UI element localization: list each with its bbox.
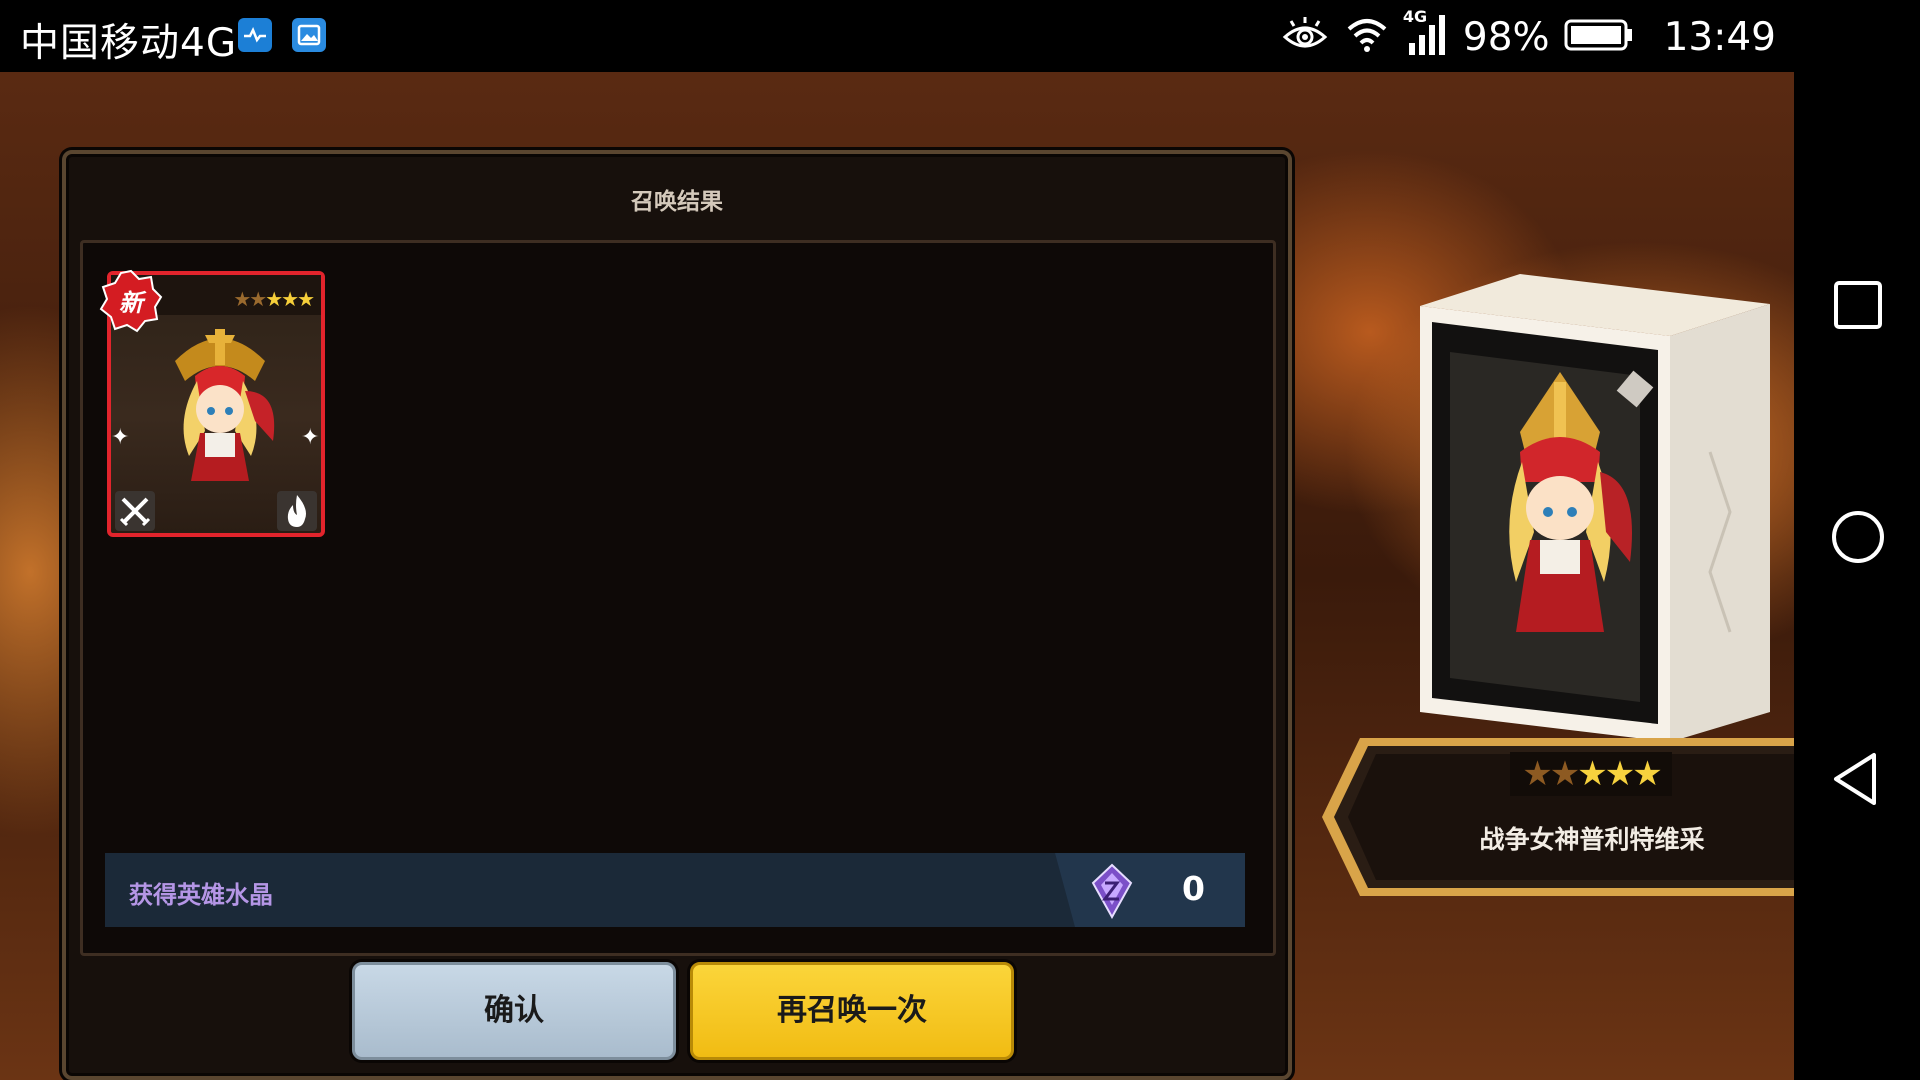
star-icon: ★ <box>249 287 267 311</box>
health-app-icon <box>238 18 272 52</box>
hero-crystal-label: 获得英雄水晶 <box>129 881 273 909</box>
star-icon: ★ <box>1632 754 1663 794</box>
hero-figure-box <box>1420 274 1770 742</box>
game-screen: 召唤结果 新 ★★★★★ ✦ ✦ 获得英雄水晶 0 确认 再召唤一次 ★★★★★… <box>0 72 1794 1080</box>
new-badge-label: 新 <box>119 289 143 317</box>
sparkle-icon: ✦ <box>111 425 130 450</box>
clock: 13:49 <box>1663 14 1776 60</box>
dialog-title: 召唤结果 <box>631 189 723 215</box>
carrier-label: 中国移动4G <box>20 21 238 66</box>
star-icon: ★ <box>1522 754 1553 794</box>
result-panel: 新 ★★★★★ ✦ ✦ 获得英雄水晶 0 <box>80 240 1276 956</box>
recent-apps-button[interactable] <box>1830 277 1886 333</box>
hero-nameplate: ★★★★★ 战争女神普利特维采 <box>1320 736 1794 898</box>
cell-signal-icon: 4G <box>1403 7 1449 61</box>
eye-comfort-icon <box>1281 15 1329 59</box>
hero-portrait <box>175 329 275 481</box>
star-icon: ★ <box>1604 754 1636 794</box>
confirm-button[interactable]: 确认 <box>352 962 676 1060</box>
back-button[interactable] <box>1830 751 1886 807</box>
hero-card[interactable]: 新 ★★★★★ ✦ ✦ <box>99 269 325 537</box>
hero-crystal-count: 0 <box>1182 869 1205 908</box>
navigation-bar <box>1794 72 1920 1080</box>
battery-icon <box>1564 17 1634 57</box>
hero-name: 战争女神普利特维采 <box>1479 825 1705 854</box>
hero-crystal-icon <box>1091 863 1133 919</box>
star-icon: ★ <box>297 287 315 311</box>
hero-star-rating: ★★★★★ <box>1510 752 1672 796</box>
hero-crystal-bar: 获得英雄水晶 0 <box>105 853 1245 927</box>
wifi-icon <box>1343 15 1391 59</box>
star-icon: ★ <box>233 287 251 311</box>
star-icon: ★ <box>1577 754 1608 794</box>
battery-percent: 98% <box>1462 14 1550 60</box>
star-icon: ★ <box>1549 754 1581 794</box>
summon-again-button[interactable]: 再召唤一次 <box>690 962 1014 1060</box>
home-button[interactable] <box>1830 509 1886 565</box>
network-type-badge: 4G <box>1402 7 1428 26</box>
sparkle-icon: ✦ <box>301 425 320 450</box>
summon-result-dialog: 召唤结果 新 ★★★★★ ✦ ✦ 获得英雄水晶 0 确认 再召唤一次 <box>62 150 1292 1080</box>
status-bar: 中国移动4G 4G 98% 13:49 <box>0 0 1920 72</box>
gallery-app-icon <box>292 18 326 52</box>
star-icon: ★ <box>265 287 283 311</box>
card-star-rating: ★★★★★ <box>233 287 315 311</box>
swords-icon <box>115 491 155 531</box>
fire-icon <box>277 491 317 531</box>
hero-crystal-count-box: 0 <box>1055 853 1245 927</box>
star-icon: ★ <box>281 287 299 311</box>
